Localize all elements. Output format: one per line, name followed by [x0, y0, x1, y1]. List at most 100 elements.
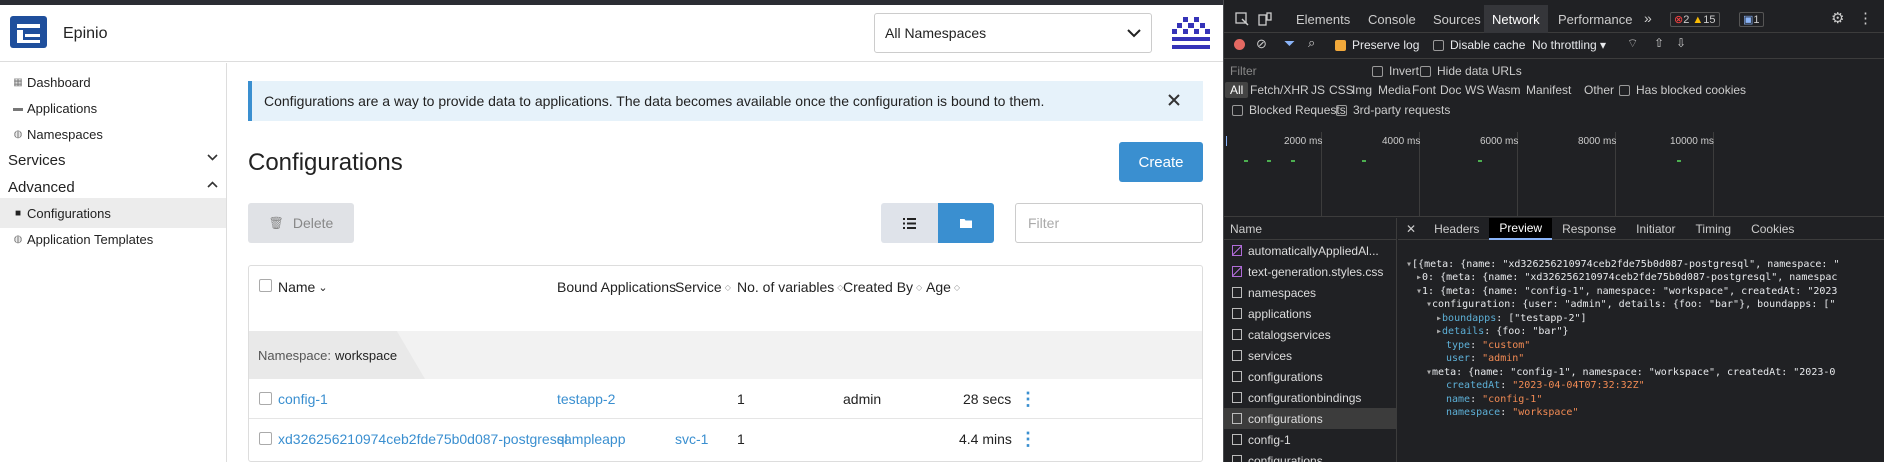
hide-data-urls-toggle[interactable]: Hide data URLs: [1420, 64, 1522, 78]
has-blocked-cookies-toggle[interactable]: Has blocked cookies: [1619, 83, 1746, 97]
gear-icon[interactable]: ⚙: [1831, 9, 1844, 27]
warning-count: 15: [1703, 14, 1716, 26]
config-name-link[interactable]: config-1: [278, 391, 328, 407]
column-variables[interactable]: No. of variables ◇: [737, 279, 843, 295]
xhr-icon: [1232, 434, 1242, 445]
filter-icon[interactable]: ⏷: [1284, 35, 1295, 52]
epinio-logo-icon[interactable]: [10, 16, 47, 48]
namespace-select-value: All Namespaces: [885, 25, 987, 41]
export-har-icon[interactable]: ⇩: [1676, 36, 1686, 50]
request-item[interactable]: catalogservices: [1224, 324, 1396, 345]
request-name: text-generation.styles.css: [1248, 264, 1384, 279]
device-toolbar-icon[interactable]: [1258, 12, 1272, 26]
row-actions-kebab-icon[interactable]: ⋮: [1019, 389, 1037, 409]
config-name-link[interactable]: xd326256210974ceb2fde75b0d087-postgresql: [278, 431, 568, 447]
row-checkbox[interactable]: [259, 392, 272, 405]
record-icon[interactable]: [1234, 39, 1245, 50]
request-item[interactable]: configurationbindings: [1224, 387, 1396, 408]
json-line[interactable]: ▾configuration: {user: "admin", details:…: [1406, 298, 1884, 312]
network-filter-input[interactable]: Filter: [1230, 64, 1257, 78]
third-party-toggle[interactable]: 3rd-party requests: [1336, 103, 1450, 117]
delete-button[interactable]: 🗑 Delete: [248, 203, 354, 243]
timeline-label: 2000 ms: [1284, 136, 1323, 147]
group-view-button[interactable]: [937, 203, 994, 243]
request-item[interactable]: services: [1224, 345, 1396, 366]
bound-app-link[interactable]: testapp-2: [557, 391, 615, 407]
close-detail-icon[interactable]: ✕: [1398, 218, 1424, 240]
more-options-icon[interactable]: ⋮: [1858, 9, 1873, 27]
error-count: 2: [1683, 14, 1690, 26]
type-filter-other[interactable]: Other: [1579, 82, 1619, 98]
json-line[interactable]: ▾meta: {name: "config-1", namespace: "wo…: [1406, 366, 1884, 380]
type-filter-manifest[interactable]: Manifest: [1521, 82, 1576, 98]
tab-timing[interactable]: Timing: [1686, 218, 1742, 240]
sidebar-item-label: Application Templates: [27, 231, 154, 247]
service-link[interactable]: svc-1: [675, 431, 708, 447]
close-icon[interactable]: [1167, 93, 1181, 107]
request-item[interactable]: automaticallyAppliedAl...: [1224, 240, 1396, 261]
request-item[interactable]: text-generation.styles.css: [1224, 261, 1396, 282]
tab-sources[interactable]: Sources: [1425, 5, 1489, 33]
select-all-checkbox[interactable]: [259, 279, 272, 292]
row-actions-kebab-icon[interactable]: ⋮: [1019, 429, 1037, 449]
request-item-selected[interactable]: configurations: [1224, 408, 1396, 429]
tab-headers[interactable]: Headers: [1424, 218, 1489, 240]
request-name: automaticallyAppliedAl...: [1248, 243, 1379, 258]
tab-response[interactable]: Response: [1552, 218, 1626, 240]
user-avatar[interactable]: [1172, 14, 1210, 52]
type-filter-fetch[interactable]: Fetch/XHR: [1245, 82, 1314, 98]
network-conditions-icon[interactable]: ⌔: [1627, 36, 1638, 51]
devtools-tabbar: Elements Console Sources Network Perform…: [1224, 5, 1884, 33]
disable-cache-toggle[interactable]: Disable cache: [1433, 38, 1525, 52]
clear-icon[interactable]: ⊘: [1256, 36, 1267, 52]
request-item[interactable]: namespaces: [1224, 282, 1396, 303]
json-line[interactable]: ▾[{meta: {name: "xd326256210974ceb2fde75…: [1406, 258, 1884, 272]
third-party-label: 3rd-party requests: [1353, 103, 1451, 117]
tab-initiator[interactable]: Initiator: [1626, 218, 1685, 240]
sidebar-group-services[interactable]: Services: [0, 145, 226, 175]
json-line[interactable]: ▸0: {meta: {name: "xd326256210974ceb2fde…: [1406, 271, 1884, 285]
blocked-requests-toggle[interactable]: Blocked Requests: [1232, 103, 1346, 117]
table-header: Name ⌄ Bound Applications Service ◇ No. of…: [249, 266, 1202, 306]
request-list-header[interactable]: Name: [1224, 218, 1396, 240]
sort-icon: ◇: [916, 282, 923, 292]
tab-cookies[interactable]: Cookies: [1741, 218, 1804, 240]
preserve-log-toggle[interactable]: Preserve log: [1335, 38, 1419, 52]
tab-performance[interactable]: Performance: [1550, 5, 1640, 33]
request-item[interactable]: applications: [1224, 303, 1396, 324]
tab-preview[interactable]: Preview: [1489, 217, 1553, 240]
type-filter-wasm[interactable]: Wasm: [1482, 82, 1526, 98]
json-key: boundapps: [1442, 312, 1497, 324]
column-age[interactable]: Age ◇: [926, 279, 960, 295]
request-item[interactable]: configurations: [1224, 450, 1396, 462]
json-line[interactable]: ▸details: {foo: "bar"}: [1406, 325, 1884, 339]
throttling-select[interactable]: No throttling ▾: [1532, 38, 1606, 52]
column-service[interactable]: Service ◇: [675, 279, 731, 295]
list-view-button[interactable]: [881, 203, 938, 243]
import-har-icon[interactable]: ⇧: [1654, 36, 1664, 50]
throttling-value: No throttling: [1532, 38, 1597, 52]
json-line[interactable]: ▸boundapps: ["testapp-2"]: [1406, 312, 1884, 326]
filter-input[interactable]: [1015, 203, 1203, 243]
invert-toggle[interactable]: Invert: [1372, 64, 1419, 78]
column-created-by[interactable]: Created By ◇: [843, 279, 922, 295]
list-icon: [902, 217, 916, 229]
json-line[interactable]: ▾1: {meta: {name: "config-1", namespace:…: [1406, 285, 1884, 299]
issues-badge[interactable]: ⊗2 ▲15: [1670, 12, 1720, 27]
create-button[interactable]: Create: [1119, 142, 1203, 182]
namespace-select[interactable]: All Namespaces: [874, 13, 1152, 53]
sidebar-item-application-templates[interactable]: ◍ Application Templates: [0, 224, 226, 254]
messages-badge[interactable]: ▣1: [1739, 12, 1764, 27]
search-icon[interactable]: ⌕: [1308, 35, 1315, 51]
tab-network[interactable]: Network: [1484, 5, 1548, 33]
row-checkbox[interactable]: [259, 432, 272, 445]
inspect-element-icon[interactable]: [1235, 12, 1249, 26]
tab-elements[interactable]: Elements: [1288, 5, 1358, 33]
column-name[interactable]: Name ⌄: [278, 279, 328, 295]
sort-icon: ◇: [953, 282, 961, 292]
more-tabs-icon[interactable]: »: [1644, 10, 1652, 26]
request-item[interactable]: configurations: [1224, 366, 1396, 387]
bound-app-link[interactable]: sampleapp: [557, 431, 626, 447]
tab-console[interactable]: Console: [1360, 5, 1424, 33]
request-item[interactable]: config-1: [1224, 429, 1396, 450]
